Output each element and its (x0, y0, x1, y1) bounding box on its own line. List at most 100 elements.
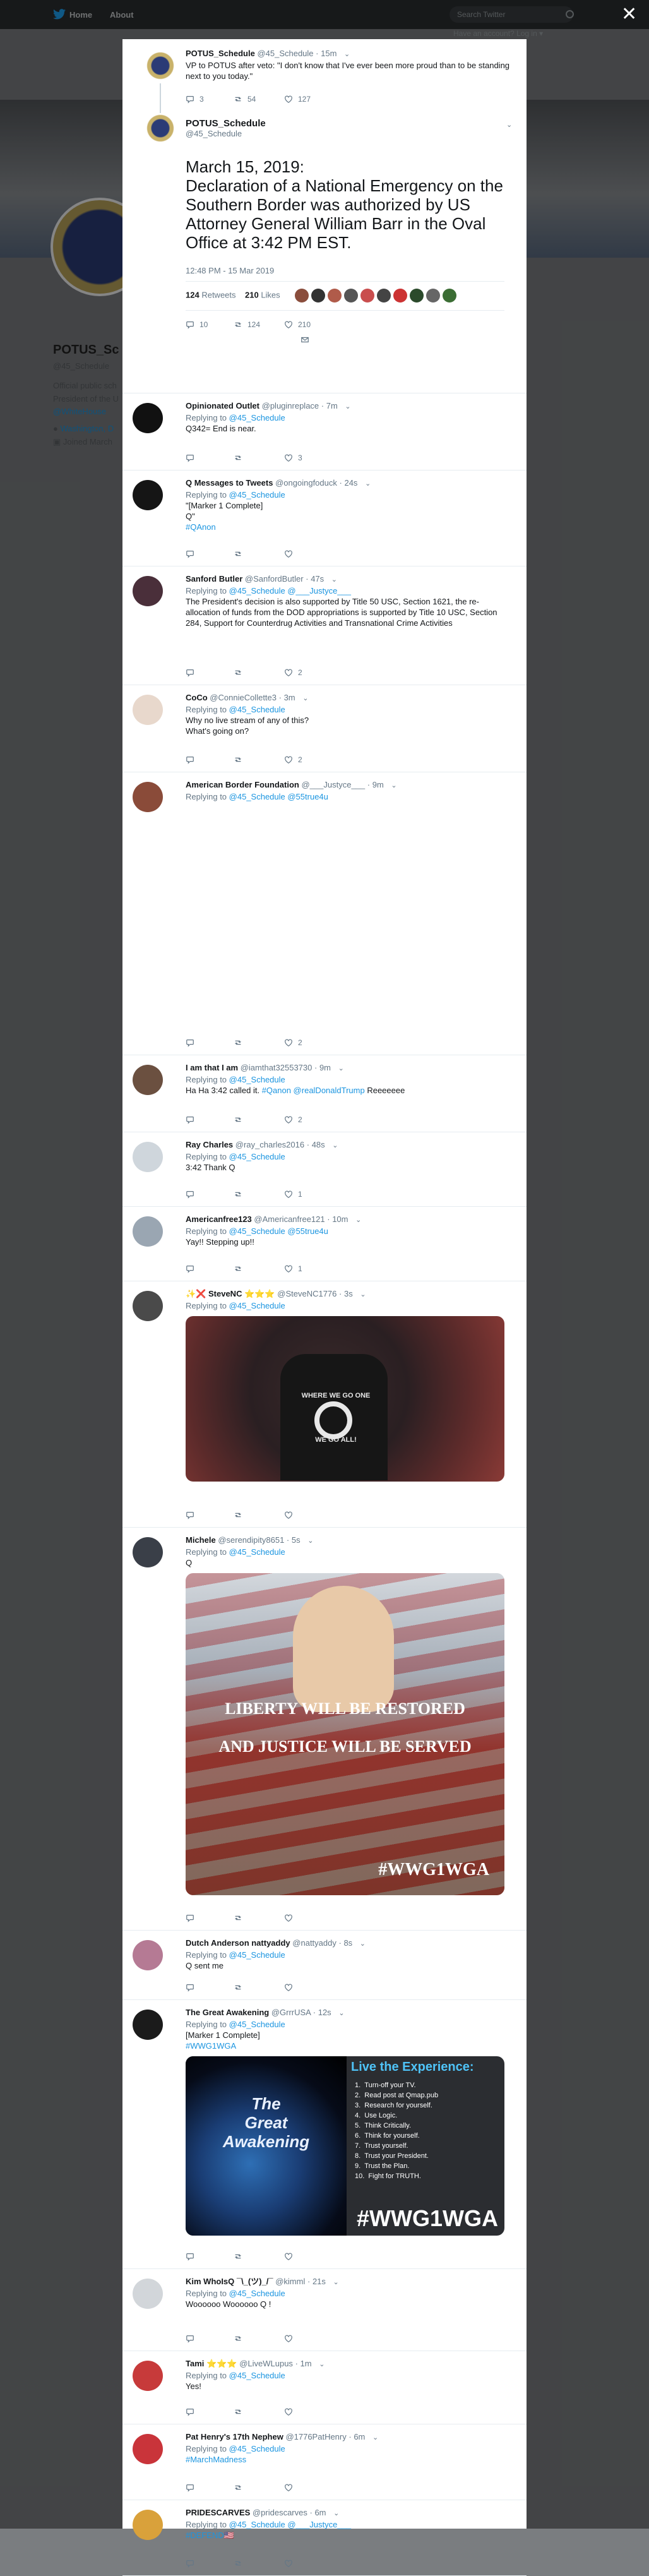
author-handle[interactable]: @SteveNC1776 (277, 1289, 336, 1298)
like-button[interactable]: 2 (284, 755, 302, 764)
author-name[interactable]: ✨❌ SteveNC ⭐⭐⭐ (186, 1289, 275, 1298)
author-handle[interactable]: @pluginreplace (262, 401, 319, 410)
avatar[interactable] (133, 1216, 163, 1247)
tweet-time[interactable]: 10m (332, 1214, 348, 1224)
reply-mention-link[interactable]: @45_Schedule (229, 1152, 285, 1161)
author-handle[interactable]: @___Justyce___ (301, 780, 365, 789)
twitter-bird-icon[interactable] (53, 9, 66, 20)
reply-button[interactable] (186, 2483, 199, 2492)
likers-avatars[interactable] (295, 289, 459, 303)
avatar[interactable] (145, 113, 176, 143)
direct-message-icon[interactable] (301, 335, 309, 344)
avatar[interactable] (133, 2434, 163, 2464)
retweet-button[interactable] (234, 549, 247, 558)
reply-button[interactable] (186, 1190, 199, 1199)
reply-mention-link[interactable]: @45_Schedule (229, 2289, 285, 2298)
tweet-time[interactable]: 3m (284, 693, 295, 702)
author-name[interactable]: Kim WhoIsQ ¯\_(ツ)_/¯ (186, 2277, 273, 2286)
chevron-down-icon[interactable]: ⌄ (372, 2433, 378, 2443)
like-button[interactable] (284, 2252, 298, 2261)
reply-mention-link[interactable]: @45_Schedule @55true4u (229, 1226, 328, 1236)
author-handle[interactable]: @GrrrUSA (271, 2008, 311, 2017)
tweet-image[interactable]: LIBERTY WILL BE RESTORED AND JUSTICE WIL… (186, 1573, 504, 1895)
reply-button[interactable] (186, 453, 199, 462)
reply-tweet[interactable]: Kim WhoIsQ ¯\_(ツ)_/¯ @kimml · 21s ⌄ Repl… (122, 2268, 527, 2351)
chevron-down-icon[interactable]: ⌄ (331, 575, 337, 585)
tweet-link[interactable]: #Qanon @realDonaldTrump (262, 1086, 365, 1095)
avatar[interactable] (133, 2510, 163, 2540)
tweet-time[interactable]: 12s (318, 2008, 331, 2017)
reply-button[interactable] (186, 1038, 199, 1047)
retweet-button[interactable] (234, 1190, 247, 1199)
avatar[interactable] (133, 2279, 163, 2309)
tweet-image[interactable]: WHERE WE GO ONE WE GO ALL! (186, 1316, 504, 1482)
reply-tweet[interactable]: ✨❌ SteveNC ⭐⭐⭐ @SteveNC1776 · 3s ⌄ Reply… (122, 1281, 527, 1528)
avatar[interactable] (133, 1065, 163, 1095)
reply-button[interactable] (186, 1115, 199, 1124)
reply-tweet[interactable]: American Border Foundation @___Justyce__… (122, 772, 527, 1055)
like-button[interactable] (284, 2559, 298, 2568)
tweet-time[interactable]: 1m (301, 2359, 312, 2368)
reply-tweet[interactable]: Dutch Anderson nattyaddy @nattyaddy · 8s… (122, 1930, 527, 2000)
chevron-down-icon[interactable]: ⌄ (333, 2277, 339, 2288)
retweet-button[interactable] (234, 2483, 247, 2492)
avatar[interactable] (145, 51, 176, 81)
tweet-time[interactable]: 9m (372, 780, 384, 789)
hashtag-link[interactable]: #DEFEND🇺🇸 (186, 2530, 511, 2541)
reply-button[interactable] (186, 755, 199, 764)
reply-button[interactable]: 3 (186, 95, 204, 104)
tweet-time[interactable]: 8s (343, 1938, 352, 1948)
retweet-button[interactable] (234, 1511, 247, 1519)
search-input[interactable]: Search Twitter (450, 6, 573, 23)
chevron-down-icon[interactable]: ⌄ (332, 1141, 338, 1151)
retweet-button[interactable] (234, 1264, 247, 1273)
retweet-button[interactable] (234, 2252, 247, 2261)
reply-tweet[interactable]: Tami ⭐⭐⭐ @LiveWLupus · 1m ⌄ Replying to … (122, 2351, 527, 2424)
chevron-down-icon[interactable]: ⌄ (360, 1939, 366, 1950)
reply-tweet[interactable]: Americanfree123 @Americanfree121 · 10m ⌄… (122, 1206, 527, 1281)
retweets-stat[interactable]: 124 Retweets (186, 290, 236, 299)
author-handle[interactable]: @pridescarves (253, 2508, 307, 2517)
author-handle[interactable]: @LiveWLupus (239, 2359, 293, 2368)
reply-button[interactable] (186, 2407, 199, 2416)
author-handle[interactable]: @kimml (275, 2277, 305, 2286)
like-button[interactable]: 210 (284, 320, 311, 329)
reply-tweet[interactable]: Opinionated Outlet @pluginreplace · 7m ⌄… (122, 393, 527, 470)
author-handle[interactable]: @nattyaddy (292, 1938, 336, 1948)
author-name[interactable]: American Border Foundation (186, 780, 299, 789)
author-name[interactable]: The Great Awakening (186, 2008, 269, 2017)
reply-button[interactable] (186, 1914, 199, 1922)
reply-mention-link[interactable]: @45_Schedule (229, 1547, 285, 1557)
chevron-down-icon[interactable]: ⌄ (345, 402, 350, 412)
avatar[interactable] (133, 1291, 163, 1321)
profile-bio-link[interactable]: @WhiteHouse (53, 405, 129, 419)
reply-mention-link[interactable]: @45_Schedule (229, 2371, 285, 2380)
author-name[interactable]: POTUS_Schedule (186, 49, 255, 58)
avatar[interactable] (133, 403, 163, 433)
avatar[interactable] (133, 2010, 163, 2040)
chevron-down-icon[interactable]: ⌄ (391, 781, 396, 791)
like-button[interactable] (284, 1983, 298, 1992)
tweet-image[interactable]: The Great Awakening Live the Experience: 1… (186, 2056, 504, 2236)
like-button[interactable] (284, 1511, 298, 1519)
like-button[interactable] (284, 2407, 298, 2416)
tweet-time[interactable]: 3s (344, 1289, 353, 1298)
like-button[interactable] (284, 1914, 298, 1922)
tweet-time[interactable]: 15m (321, 49, 336, 58)
hashtag-link[interactable]: #WWG1WGA (186, 2040, 511, 2051)
reply-button[interactable] (186, 668, 199, 677)
reply-tweet[interactable]: The Great Awakening @GrrrUSA · 12s ⌄ Rep… (122, 1999, 527, 2269)
reply-tweet[interactable]: PRIDESCARVES @pridescarves · 6m ⌄ Replyi… (122, 2500, 527, 2576)
author-handle[interactable]: @1776PatHenry (285, 2432, 346, 2441)
retweet-button[interactable]: 54 (234, 95, 256, 104)
reply-tweet[interactable]: Ray Charles @ray_charles2016 · 48s ⌄ Rep… (122, 1132, 527, 1207)
author-name[interactable]: PRIDESCARVES (186, 2508, 250, 2517)
author-name[interactable]: Dutch Anderson nattyaddy (186, 1938, 290, 1948)
retweet-button[interactable] (234, 2407, 247, 2416)
like-button[interactable]: 2 (284, 1038, 302, 1047)
author-name[interactable]: Ray Charles (186, 1140, 233, 1149)
author-name[interactable]: I am that I am (186, 1063, 238, 1072)
tweet-time[interactable]: 9m (319, 1063, 331, 1072)
author-handle[interactable]: @ConnieCollette3 (210, 693, 277, 702)
chevron-down-icon[interactable]: ⌄ (360, 1290, 366, 1300)
